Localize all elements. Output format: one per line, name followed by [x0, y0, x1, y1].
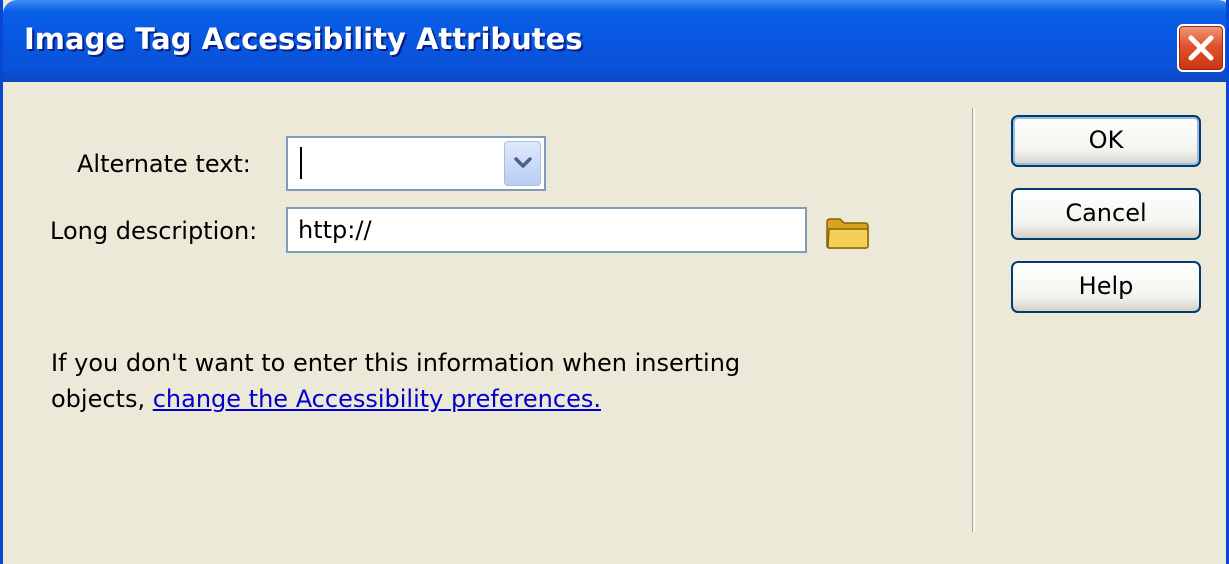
dialog-window: Image Tag Accessibility Attributes Alter…: [0, 0, 1229, 564]
alternate-text-label: Alternate text:: [77, 150, 251, 178]
dialog-title: Image Tag Accessibility Attributes: [24, 22, 583, 56]
close-icon: [1188, 35, 1214, 61]
cancel-button[interactable]: Cancel: [1011, 188, 1201, 240]
text-caret: [300, 147, 302, 179]
folder-icon: [826, 218, 869, 249]
long-description-input[interactable]: http://: [286, 207, 807, 253]
chevron-down-icon: [514, 157, 532, 168]
ok-button[interactable]: OK: [1011, 115, 1201, 167]
vertical-separator: [972, 108, 975, 532]
alternate-text-combobox[interactable]: [286, 136, 546, 191]
close-button[interactable]: [1177, 24, 1225, 72]
accessibility-preferences-link[interactable]: change the Accessibility preferences.: [153, 385, 601, 413]
accessibility-note: If you don't want to enter this informat…: [51, 345, 740, 417]
note-line-1: If you don't want to enter this informat…: [51, 349, 741, 377]
alternate-text-dropdown-button[interactable]: [504, 141, 541, 186]
title-bar[interactable]: Image Tag Accessibility Attributes: [3, 0, 1226, 82]
note-line-2: objects, change the Accessibility prefer…: [51, 381, 740, 417]
long-description-label: Long description:: [50, 217, 258, 245]
help-button[interactable]: Help: [1011, 261, 1201, 313]
note-line-2-text: objects,: [51, 385, 153, 413]
browse-folder-button[interactable]: [825, 216, 871, 250]
